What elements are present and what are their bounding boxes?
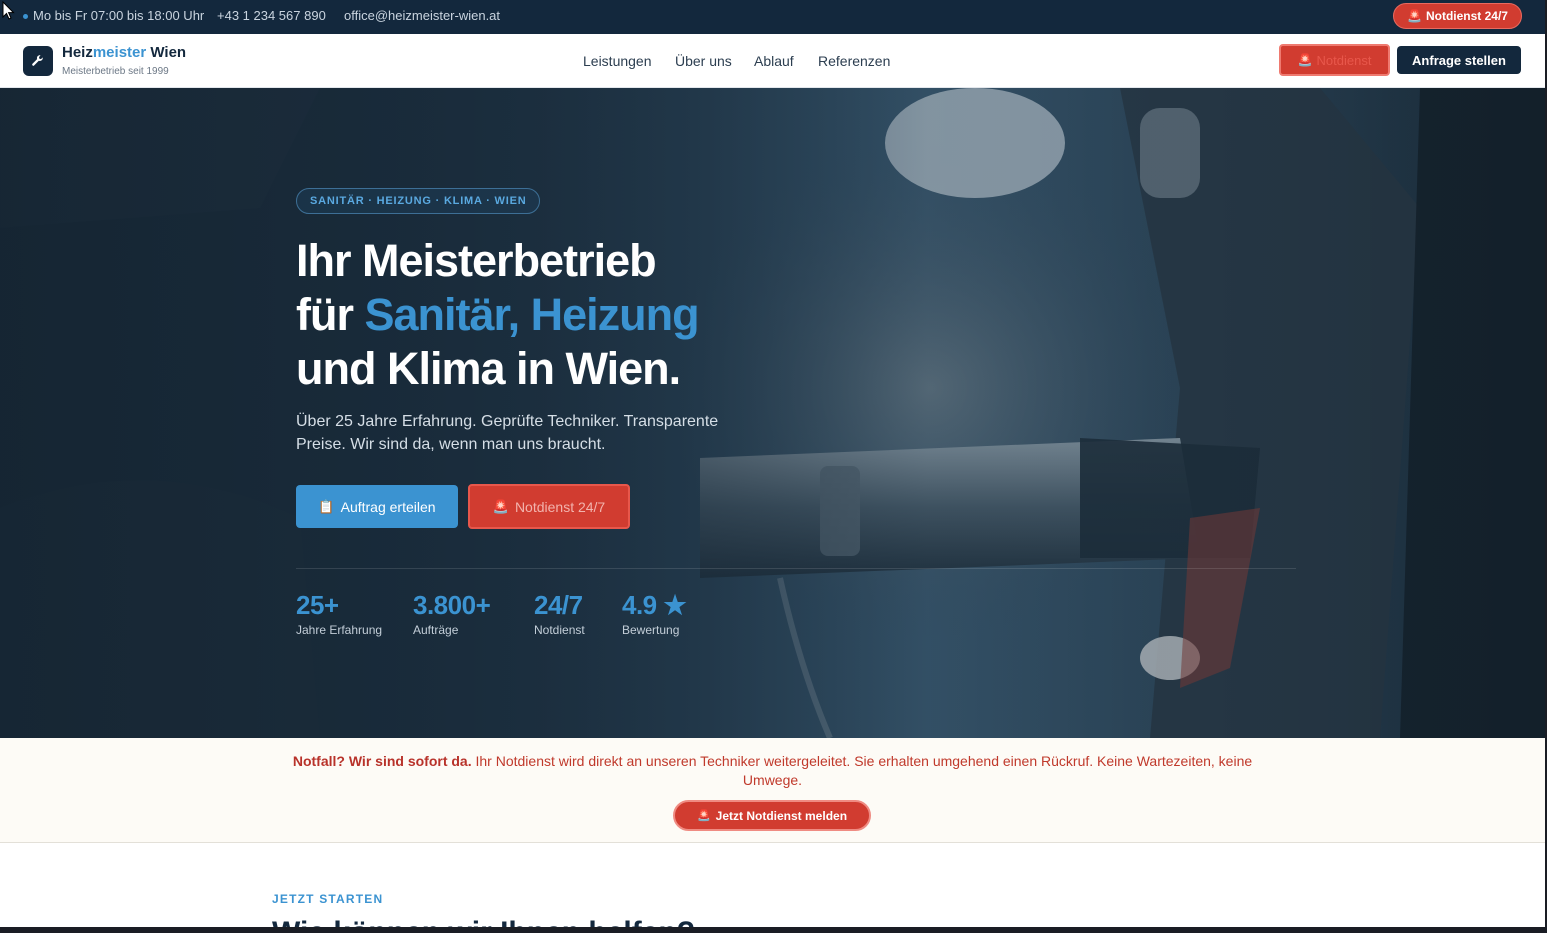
- topbar-emergency-button[interactable]: 🚨 Notdienst 24/7: [1393, 3, 1522, 29]
- stat-label: Aufträge: [413, 623, 459, 637]
- logo-mark[interactable]: [23, 46, 53, 76]
- hero-emergency-button[interactable]: 🚨 Notdienst 24/7: [468, 484, 630, 529]
- siren-icon: 🚨: [1407, 9, 1422, 23]
- siren-icon: 🚨: [1297, 53, 1313, 67]
- brand-name-part3: Wien: [146, 44, 187, 61]
- stat-value: 4.9 ★: [622, 590, 687, 620]
- stat-value: 3.800+: [413, 590, 491, 620]
- stat-experience: 25+ Jahre Erfahrung: [296, 590, 382, 637]
- site-header: Heizmeister Wien Meisterbetrieb seit 199…: [0, 34, 1545, 88]
- hero-heading-line3: und Klima in Wien.: [296, 343, 681, 394]
- top-info-bar: Mo bis Fr 07:00 bis 18:00 Uhr +43 1 234 …: [0, 0, 1545, 34]
- hero-section: SANITÄR · HEIZUNG · KLIMA · WIEN Ihr Mei…: [0, 88, 1545, 738]
- request-button[interactable]: Anfrage stellen: [1397, 46, 1521, 74]
- emergency-notice-strip: Notfall? Wir sind sofort da. Ihr Notdien…: [0, 738, 1545, 843]
- nav-ueber-uns[interactable]: Über uns: [675, 53, 732, 69]
- stat-rating: 4.9 ★ Bewertung: [622, 590, 687, 637]
- hero-overlay: [0, 88, 1545, 738]
- nav-referenzen[interactable]: Referenzen: [818, 53, 890, 69]
- order-button-label: Auftrag erteilen: [340, 498, 436, 515]
- opening-hours: Mo bis Fr 07:00 bis 18:00 Uhr: [33, 8, 205, 23]
- brand-name-part1: Heiz: [62, 44, 93, 61]
- emergency-notice-lead: Notfall? Wir sind sofort da.: [292, 753, 472, 769]
- phone-link[interactable]: +43 1 234 567 890: [217, 8, 326, 23]
- hero-heading-highlight: Sanitär, Heizung: [364, 289, 700, 340]
- wrench-icon: [32, 55, 43, 66]
- hero-divider: [296, 568, 1296, 569]
- hero-heading-line1: Ihr Meisterbetrieb: [296, 235, 657, 286]
- hero-heading-line2-prefix: für: [296, 289, 365, 340]
- hero-heading: Ihr Meisterbetrieb für Sanitär, Heizung …: [296, 234, 700, 396]
- stat-label: Bewertung: [622, 623, 680, 637]
- nav-ablauf[interactable]: Ablauf: [754, 53, 794, 69]
- siren-icon: 🚨: [492, 498, 509, 514]
- browser-viewport: Mo bis Fr 07:00 bis 18:00 Uhr +43 1 234 …: [0, 0, 1545, 927]
- window-bottom-edge: [0, 927, 1547, 933]
- hero-tagline-badge: SANITÄR · HEIZUNG · KLIMA · WIEN: [296, 188, 541, 214]
- header-emergency-label: Notdienst: [1316, 52, 1372, 68]
- brand-subtitle: Meisterbetrieb seit 1999: [62, 66, 169, 77]
- section-heading-peek: Wie können wir Ihnen helfen?: [272, 914, 702, 927]
- brand-name-part2: meister: [92, 44, 147, 61]
- order-button[interactable]: 📋 Auftrag erteilen: [296, 485, 458, 528]
- section-kicker: JETZT STARTEN: [272, 892, 384, 906]
- report-emergency-button[interactable]: 🚨 Jetzt Notdienst melden: [673, 800, 871, 831]
- mouse-cursor-icon: [2, 1, 15, 20]
- section-heading: Wie können wir Ihnen helfen?: [272, 916, 702, 927]
- nav-leistungen[interactable]: Leistungen: [583, 53, 652, 69]
- stat-value: 25+: [296, 590, 339, 620]
- emergency-notice-body: Ihr Notdienst wird direkt an unseren Tec…: [471, 753, 1253, 788]
- hero-emergency-label: Notdienst 24/7: [514, 498, 606, 515]
- hero-description: Über 25 Jahre Erfahrung. Geprüfte Techni…: [296, 413, 719, 453]
- clipboard-icon: 📋: [318, 498, 335, 514]
- status-dot-icon: [23, 14, 28, 19]
- siren-icon: 🚨: [696, 810, 711, 822]
- report-emergency-label: Jetzt Notdienst melden: [715, 808, 848, 823]
- header-emergency-button[interactable]: 🚨 Notdienst: [1279, 44, 1390, 76]
- topbar-emergency-label: Notdienst 24/7: [1425, 9, 1508, 23]
- emergency-notice-text: Notfall? Wir sind sofort da. Ihr Notdien…: [270, 752, 1275, 790]
- brand-name[interactable]: Heizmeister Wien: [62, 44, 186, 61]
- stat-value: 24/7: [534, 590, 583, 620]
- stat-label: Jahre Erfahrung: [296, 623, 383, 637]
- stat-orders: 3.800+ Aufträge: [413, 590, 491, 637]
- stat-label: Notdienst: [534, 623, 585, 637]
- email-link[interactable]: office@heizmeister-wien.at: [344, 8, 500, 23]
- stat-emergency: 24/7 Notdienst: [534, 590, 585, 637]
